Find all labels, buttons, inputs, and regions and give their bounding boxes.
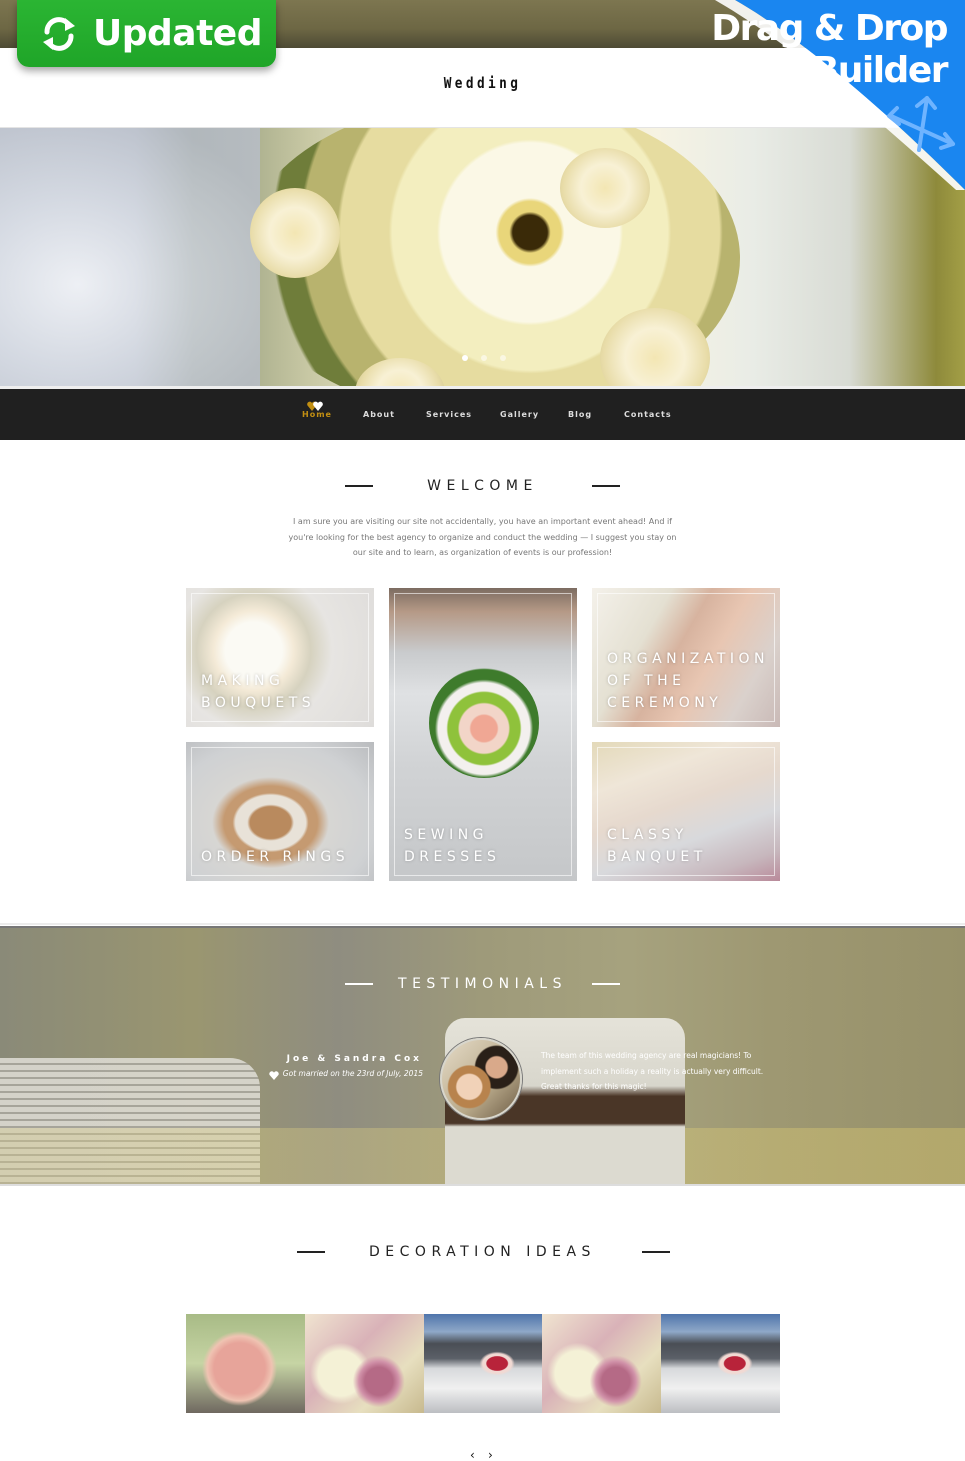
gallery-nav: ‹ › xyxy=(462,1449,502,1461)
main-nav: Home About Services Gallery Blog Contact… xyxy=(0,389,965,440)
heading-rule-right xyxy=(642,1251,670,1253)
next-arrow-icon[interactable]: › xyxy=(488,1449,493,1461)
couple-avatar xyxy=(440,1038,522,1120)
service-tile-rings[interactable]: ORDER RINGS xyxy=(186,742,374,881)
tile-caption: SEWING DRESSES xyxy=(404,827,501,865)
testimonial-date: Got married on the 23rd of July, 2015 xyxy=(282,1069,423,1078)
heading-rule-right xyxy=(592,983,620,985)
section-divider xyxy=(0,923,965,925)
gallery-image-limousine[interactable] xyxy=(661,1314,780,1413)
slider-dot[interactable] xyxy=(462,355,468,361)
corner-line-2: Builder xyxy=(811,50,949,91)
testimonial-quote: The team of this wedding agency are real… xyxy=(541,1051,764,1091)
hero-drape xyxy=(0,128,260,389)
tile-caption: MAKING BOUQUETS xyxy=(201,673,316,711)
tile-caption: CLASSY BANQUET xyxy=(607,827,707,865)
prev-arrow-icon[interactable]: ‹ xyxy=(470,1449,475,1461)
hero-rose xyxy=(560,148,650,228)
gallery-image-orchids-rose[interactable] xyxy=(542,1314,662,1413)
welcome-heading: WELCOME xyxy=(0,477,965,495)
decoration-heading: DECORATION IDEAS xyxy=(0,1243,965,1261)
nav-about[interactable]: About xyxy=(363,410,395,419)
drag-drop-builder-label: Drag & Drop Builder xyxy=(711,8,949,92)
testimonials-section: TESTIMONIALS Joe & Sandra Cox Got marrie… xyxy=(0,926,965,1186)
slider-dot[interactable] xyxy=(500,355,506,361)
decoration-gallery xyxy=(186,1314,780,1413)
slider-dot[interactable] xyxy=(481,355,487,361)
hero-slider[interactable] xyxy=(0,128,965,389)
service-tile-bouquets[interactable]: MAKING BOUQUETS xyxy=(186,588,374,727)
updated-label: Updated xyxy=(93,13,262,54)
decoration-title: DECORATION IDEAS xyxy=(369,1244,596,1260)
hero-rose xyxy=(250,188,340,278)
gallery-image-orchids-rose[interactable] xyxy=(304,1314,424,1413)
tile-caption: ORGANIZATION OF THE CEREMONY xyxy=(607,651,770,711)
nav-contacts[interactable]: Contacts xyxy=(624,410,672,419)
service-tile-banquet[interactable]: CLASSY BANQUET xyxy=(592,742,780,881)
testimonials-heading: TESTIMONIALS xyxy=(0,975,965,993)
nav-services[interactable]: Services xyxy=(426,410,472,419)
corner-line-1: Drag & Drop xyxy=(711,8,948,49)
tile-caption: ORDER RINGS xyxy=(201,849,350,865)
welcome-text: I am sure you are visiting our site not … xyxy=(288,517,677,557)
updated-badge: Updated xyxy=(17,0,276,67)
slider-pagination xyxy=(462,355,506,361)
testimonials-title: TESTIMONIALS xyxy=(398,976,567,992)
heading-rule-right xyxy=(592,485,620,487)
gallery-image-limousine[interactable] xyxy=(423,1314,543,1413)
gallery-image-rose-bouquet[interactable] xyxy=(186,1314,305,1413)
welcome-title: WELCOME xyxy=(427,478,538,494)
service-tile-dresses[interactable]: SEWING DRESSES xyxy=(389,588,577,881)
nav-blog[interactable]: Blog xyxy=(568,410,592,419)
testimonial-author: Joe & Sandra Cox xyxy=(286,1054,422,1064)
nav-gallery[interactable]: Gallery xyxy=(500,410,539,419)
sync-icon xyxy=(43,16,75,51)
move-arrows-icon xyxy=(887,96,955,152)
service-tile-ceremony[interactable]: ORGANIZATION OF THE CEREMONY xyxy=(592,588,780,727)
nav-home[interactable]: Home xyxy=(302,410,332,419)
